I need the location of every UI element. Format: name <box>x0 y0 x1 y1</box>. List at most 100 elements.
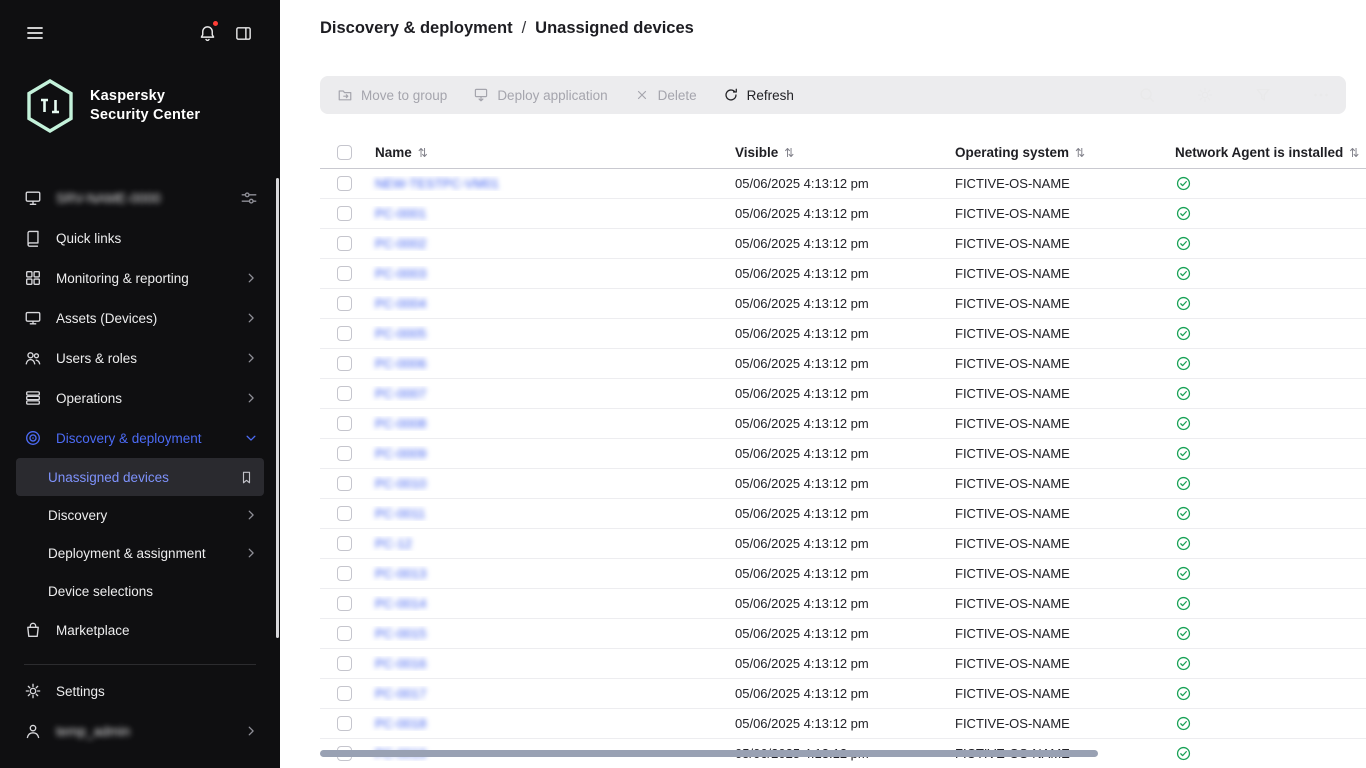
device-name-link[interactable]: PC-0014 <box>375 596 426 611</box>
device-name-link[interactable]: PC-0002 <box>375 236 426 251</box>
row-checkbox[interactable] <box>337 296 352 311</box>
breadcrumb-separator: / <box>522 19 527 38</box>
move-to-group-button[interactable]: Move to group <box>324 76 460 114</box>
row-checkbox[interactable] <box>337 356 352 371</box>
breadcrumb-root[interactable]: Discovery & deployment <box>320 19 513 38</box>
agent-installed-check-icon <box>1175 175 1192 192</box>
table-settings-gear-icon[interactable] <box>1195 86 1214 105</box>
device-name-link[interactable]: PC-0017 <box>375 686 426 701</box>
sidebar-item-settings[interactable]: Settings <box>0 671 280 711</box>
device-name-link[interactable]: PC-0011 <box>375 506 425 521</box>
column-header-name[interactable]: Name⇅ <box>358 145 718 160</box>
sort-icon[interactable]: ⇅ <box>1075 146 1085 160</box>
table-row: PC-0006 05/06/2025 4:13:12 pm FICTIVE-OS… <box>320 349 1366 379</box>
column-header-visible[interactable]: Visible⇅ <box>718 145 938 160</box>
row-checkbox[interactable] <box>337 416 352 431</box>
sidebar-item-operations[interactable]: Operations <box>0 378 280 418</box>
horizontal-scrollbar-thumb[interactable] <box>320 750 1098 757</box>
sidebar-item-discovery[interactable]: Discovery <box>0 496 280 534</box>
deploy-application-button[interactable]: Deploy application <box>460 76 620 114</box>
row-checkbox[interactable] <box>337 476 352 491</box>
sidebar-item-quick-links[interactable]: Quick links <box>0 218 280 258</box>
visible-cell: 05/06/2025 4:13:12 pm <box>718 476 938 491</box>
refresh-button[interactable]: Refresh <box>710 76 807 114</box>
row-checkbox[interactable] <box>337 686 352 701</box>
row-checkbox[interactable] <box>337 656 352 671</box>
visible-cell: 05/06/2025 4:13:12 pm <box>718 266 938 281</box>
column-header-operating-system[interactable]: Operating system⇅ <box>938 145 1158 160</box>
device-name-link[interactable]: PC-0006 <box>375 356 426 371</box>
table-body: NEW-TESTPC-VM01 05/06/2025 4:13:12 pm FI… <box>320 169 1366 768</box>
select-all-checkbox[interactable] <box>337 145 352 160</box>
sidebar-item-deployment-assignment[interactable]: Deployment & assignment <box>0 534 280 572</box>
device-name-link[interactable]: PC-0001 <box>375 206 426 221</box>
table-row: PC-0018 05/06/2025 4:13:12 pm FICTIVE-OS… <box>320 709 1366 739</box>
device-name-link[interactable]: PC-0007 <box>375 386 426 401</box>
chevron-right-icon <box>244 546 258 560</box>
sidebar-item-device-selections[interactable]: Device selections <box>0 572 280 610</box>
filter-icon[interactable] <box>1253 86 1272 105</box>
row-checkbox[interactable] <box>337 596 352 611</box>
bookmark-icon[interactable] <box>239 470 254 485</box>
sidebar-item-marketplace[interactable]: Marketplace <box>0 610 280 650</box>
device-name-link[interactable]: NEW-TESTPC-VM01 <box>375 176 499 191</box>
server-properties-icon[interactable] <box>240 189 258 207</box>
search-icon[interactable] <box>1137 86 1156 105</box>
side-panel-icon[interactable] <box>232 22 254 44</box>
sidebar-item-admin-server[interactable]: SRV-NAME-0000 <box>0 178 280 218</box>
agent-installed-check-icon <box>1175 625 1192 642</box>
sort-icon[interactable]: ⇅ <box>1349 146 1359 160</box>
user-account-name: temp_admin <box>56 724 130 739</box>
row-checkbox[interactable] <box>337 236 352 251</box>
sidebar-item-users-roles[interactable]: Users & roles <box>0 338 280 378</box>
kaspersky-hexagon-logo-icon <box>24 78 76 134</box>
row-checkbox[interactable] <box>337 386 352 401</box>
users-icon <box>24 349 42 367</box>
row-checkbox[interactable] <box>337 206 352 221</box>
sort-icon[interactable]: ⇅ <box>784 146 794 160</box>
os-cell: FICTIVE-OS-NAME <box>938 716 1158 731</box>
notifications-bell-icon[interactable] <box>196 22 218 44</box>
row-checkbox[interactable] <box>337 176 352 191</box>
device-name-link[interactable]: PC-12 <box>375 536 412 551</box>
sidebar-item-assets-devices[interactable]: Assets (Devices) <box>0 298 280 338</box>
sidebar-item-user-account[interactable]: temp_admin <box>0 711 280 751</box>
device-name-link[interactable]: PC-0009 <box>375 446 426 461</box>
device-name-link[interactable]: PC-0008 <box>375 416 426 431</box>
devices-icon <box>24 309 42 327</box>
row-checkbox[interactable] <box>337 716 352 731</box>
device-name-link[interactable]: PC-0013 <box>375 566 426 581</box>
row-checkbox[interactable] <box>337 446 352 461</box>
sort-icon[interactable]: ⇅ <box>418 146 428 160</box>
sidebar-divider <box>24 664 256 665</box>
sidebar-item-discovery-deployment[interactable]: Discovery & deployment <box>0 418 280 458</box>
sidebar-item-monitoring-reporting[interactable]: Monitoring & reporting <box>0 258 280 298</box>
row-checkbox[interactable] <box>337 536 352 551</box>
delete-button[interactable]: Delete <box>621 76 710 114</box>
table-row: PC-0005 05/06/2025 4:13:12 pm FICTIVE-OS… <box>320 319 1366 349</box>
row-checkbox[interactable] <box>337 326 352 341</box>
row-checkbox[interactable] <box>337 566 352 581</box>
device-name-link[interactable]: PC-0010 <box>375 476 426 491</box>
table-row: PC-0009 05/06/2025 4:13:12 pm FICTIVE-OS… <box>320 439 1366 469</box>
os-cell: FICTIVE-OS-NAME <box>938 446 1158 461</box>
sidebar-item-unassigned-devices[interactable]: Unassigned devices <box>16 458 264 496</box>
os-cell: FICTIVE-OS-NAME <box>938 416 1158 431</box>
hamburger-menu-icon[interactable] <box>24 22 46 44</box>
table-row: PC-0017 05/06/2025 4:13:12 pm FICTIVE-OS… <box>320 679 1366 709</box>
more-options-icon[interactable] <box>1311 86 1330 105</box>
row-checkbox[interactable] <box>337 626 352 641</box>
device-name-link[interactable]: PC-0018 <box>375 716 426 731</box>
device-name-link[interactable]: PC-0004 <box>375 296 426 311</box>
visible-cell: 05/06/2025 4:13:12 pm <box>718 206 938 221</box>
row-checkbox[interactable] <box>337 506 352 521</box>
agent-installed-check-icon <box>1175 415 1192 432</box>
visible-cell: 05/06/2025 4:13:12 pm <box>718 236 938 251</box>
device-name-link[interactable]: PC-0003 <box>375 266 426 281</box>
device-name-link[interactable]: PC-0016 <box>375 656 426 671</box>
column-header-network-agent[interactable]: Network Agent is installed⇅ <box>1158 145 1366 160</box>
sidebar-scrollbar[interactable] <box>276 178 279 638</box>
device-name-link[interactable]: PC-0015 <box>375 626 426 641</box>
row-checkbox[interactable] <box>337 266 352 281</box>
device-name-link[interactable]: PC-0005 <box>375 326 426 341</box>
